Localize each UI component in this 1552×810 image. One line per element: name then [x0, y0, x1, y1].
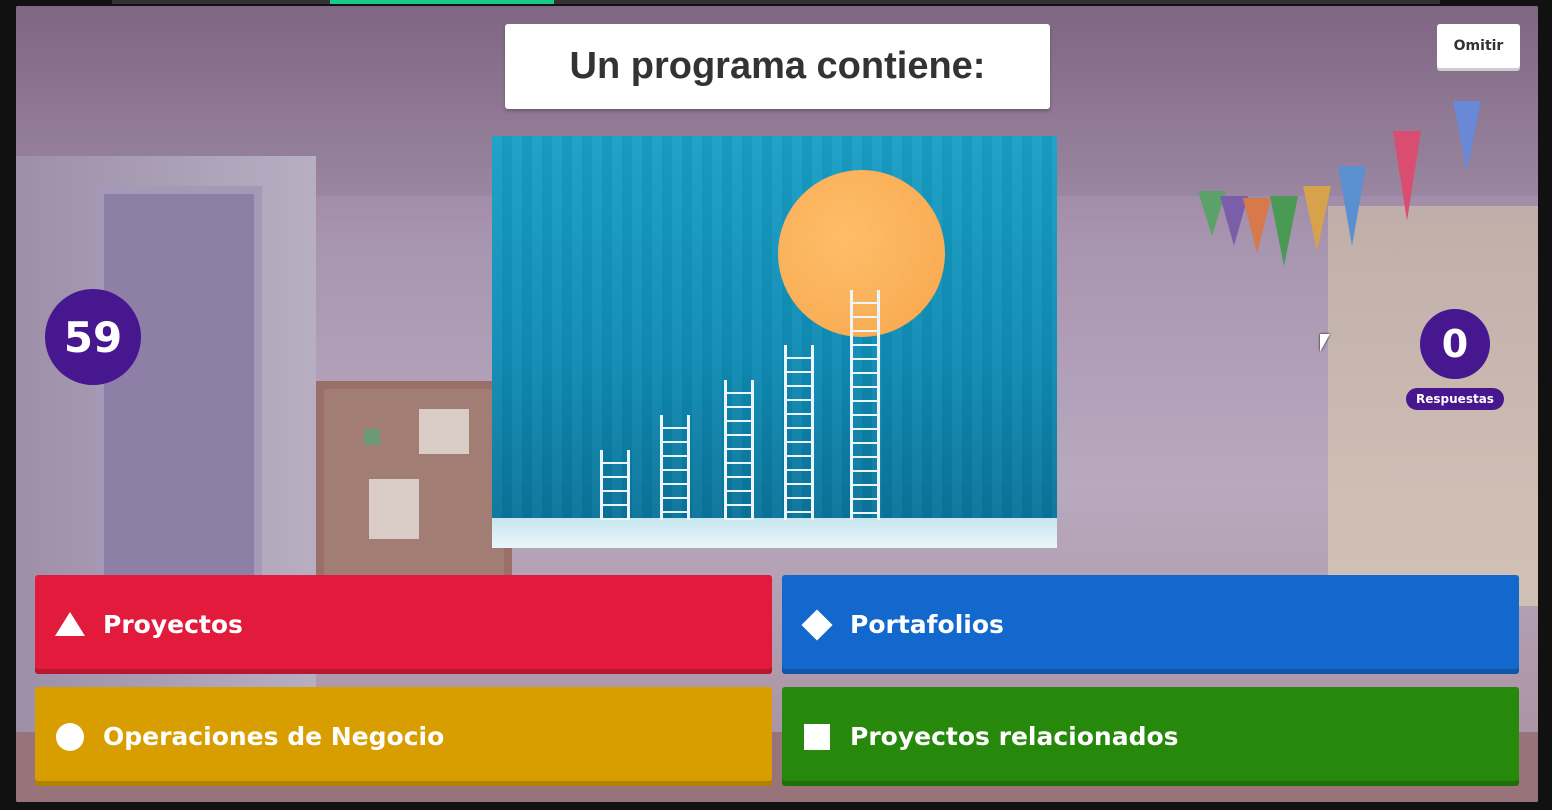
door — [96, 186, 262, 622]
answer-label: Operaciones de Negocio — [103, 722, 445, 751]
answer-option-diamond[interactable]: Portafolios — [782, 575, 1519, 674]
game-frame: Un programa contiene: Omitir 59 0 Respue… — [16, 6, 1538, 802]
answers-count: 0 — [1420, 309, 1490, 379]
active-tab-indicator — [330, 0, 554, 4]
ladder — [784, 345, 814, 520]
bunting-flags — [1198, 96, 1498, 286]
answer-label: Portafolios — [850, 610, 1004, 639]
answer-option-circle[interactable]: Operaciones de Negocio — [35, 687, 772, 786]
answers-label: Respuestas — [1406, 388, 1504, 410]
countdown-timer: 59 — [45, 289, 141, 385]
mouse-cursor-icon — [1320, 334, 1330, 352]
answer-option-square[interactable]: Proyectos relacionados — [782, 687, 1519, 786]
diamond-icon — [801, 608, 833, 641]
question-title: Un programa contiene: — [569, 45, 986, 87]
question-image — [492, 136, 1057, 548]
screen-share-bar — [112, 0, 1440, 4]
circle-icon — [55, 722, 85, 752]
ladder — [850, 290, 880, 520]
question-card: Un programa contiene: — [505, 24, 1050, 109]
answer-option-triangle[interactable]: Proyectos — [35, 575, 772, 674]
cork-board — [316, 381, 512, 587]
triangle-icon — [55, 610, 85, 640]
ladder — [660, 415, 690, 520]
ladder — [724, 380, 754, 520]
ladder — [600, 450, 630, 520]
skip-button[interactable]: Omitir — [1437, 24, 1520, 68]
answer-label: Proyectos relacionados — [850, 722, 1179, 751]
answer-label: Proyectos — [103, 610, 243, 639]
square-icon — [802, 722, 832, 752]
